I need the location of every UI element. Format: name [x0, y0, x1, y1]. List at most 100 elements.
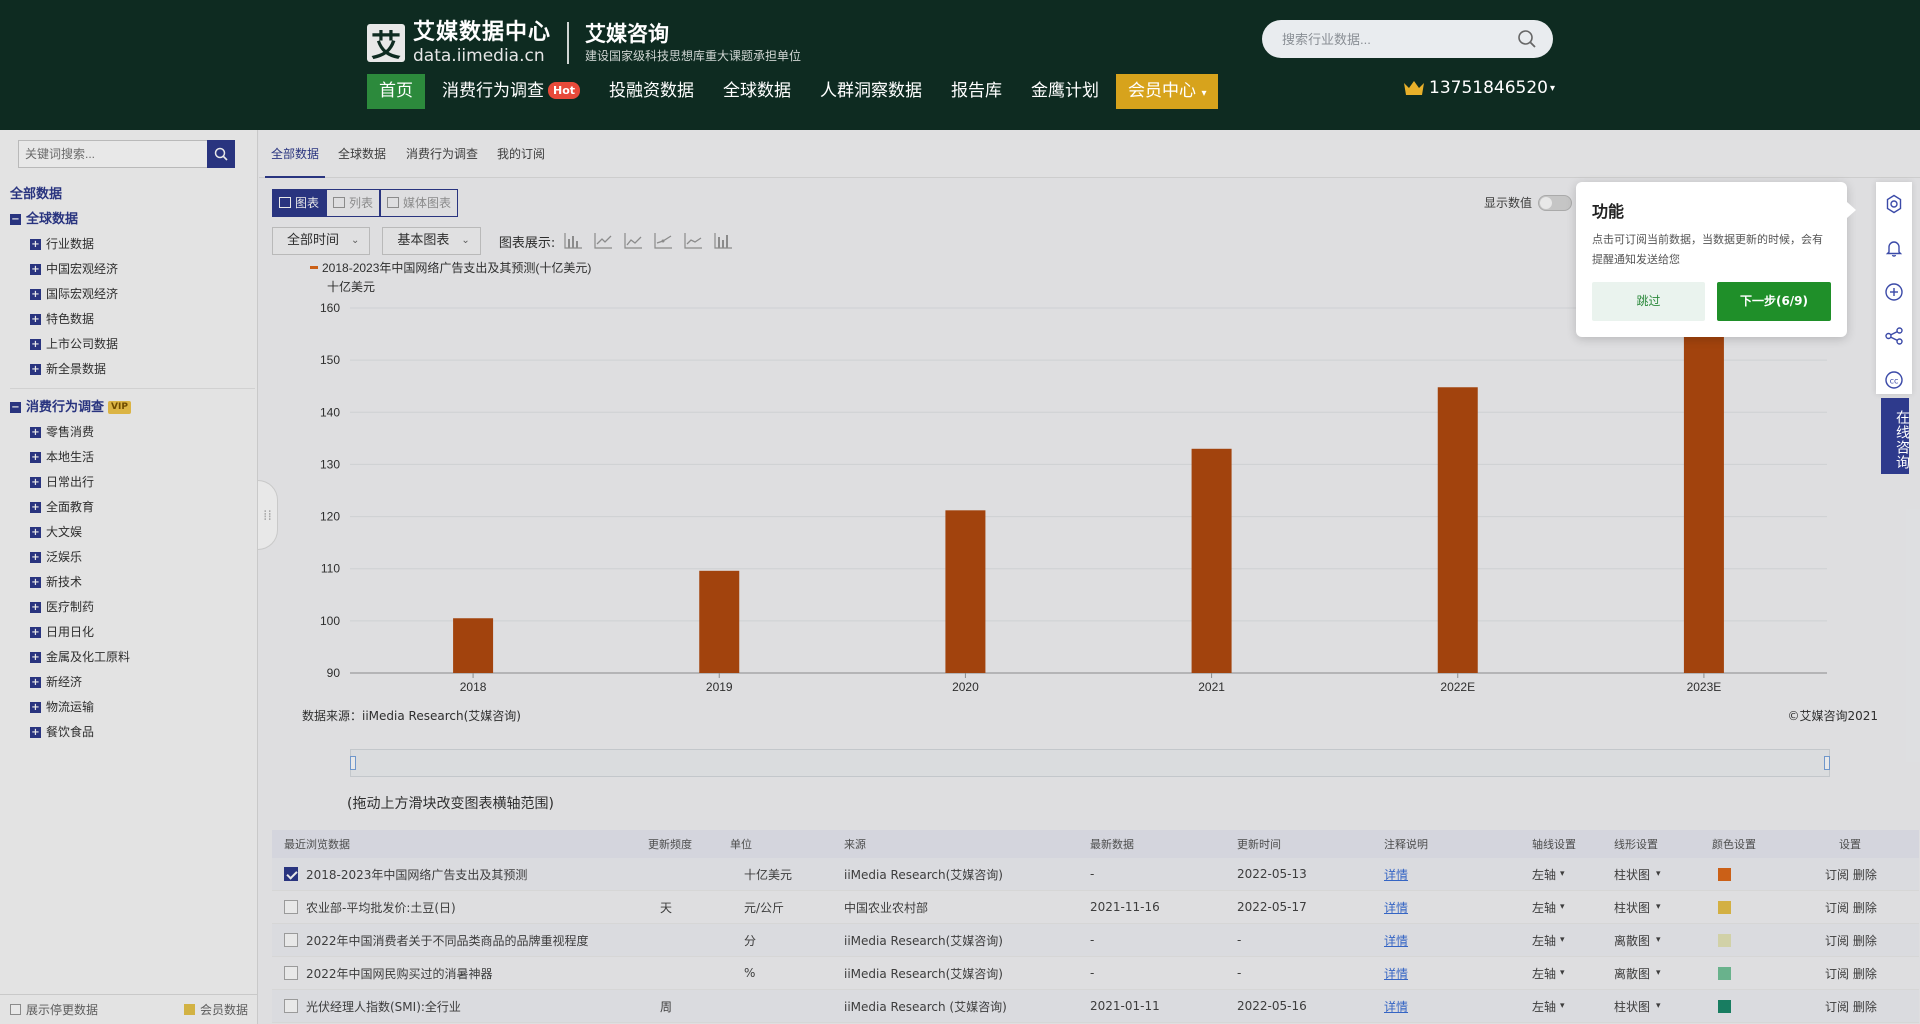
tree-item[interactable]: + 大文娱	[10, 520, 255, 545]
header-search-input[interactable]	[1282, 31, 1517, 47]
nav-golden-eagle[interactable]: 金鹰计划	[1019, 74, 1111, 109]
cell-ops[interactable]: 订阅 删除	[1825, 899, 1877, 916]
tree-item[interactable]: + 上市公司数据	[10, 332, 255, 357]
step-chart-icon[interactable]	[683, 232, 703, 250]
nav-member-center[interactable]: 会员中心 ▾	[1116, 74, 1219, 109]
table-row[interactable]: 光伏经理人指数(SMI):全行业 周 iiMedia Research (艾媒咨询)…	[272, 990, 1919, 1023]
add-tool[interactable]	[1876, 270, 1912, 314]
row-checkbox[interactable]	[284, 900, 298, 914]
color-swatch[interactable]	[1718, 867, 1731, 881]
tree-item[interactable]: + 餐饮食品	[10, 720, 255, 745]
toggle-switch[interactable]	[1538, 194, 1573, 211]
table-row[interactable]: 农业部-平均批发价:土豆(日) 天 元/公斤 中国农业农村部 2021-11-16 202…	[272, 891, 1919, 924]
cell-note[interactable]: 详情	[1384, 932, 1408, 949]
tree-item[interactable]: + 新技术	[10, 570, 255, 595]
tab-global-data[interactable]: 全球数据	[338, 144, 386, 164]
online-consult-button[interactable]: 在线咨询	[1881, 398, 1910, 474]
row-checkbox[interactable]	[284, 933, 298, 947]
tour-skip-button[interactable]: 跳过	[1592, 282, 1705, 321]
cc-tool[interactable]: cc	[1876, 358, 1912, 402]
view-media-chart-button[interactable]: 媒体图表	[380, 189, 459, 217]
view-chart-button[interactable]: 图表	[272, 189, 327, 217]
cell-line[interactable]: 离散图	[1614, 965, 1650, 982]
cell-axis[interactable]: 左轴	[1532, 932, 1556, 949]
tree-group-consumer[interactable]: − 消费行为调查 VIP	[10, 395, 255, 420]
nav-crowd-insight[interactable]: 人群洞察数据	[808, 74, 934, 109]
color-swatch[interactable]	[1718, 999, 1731, 1013]
cell-note[interactable]: 详情	[1384, 866, 1408, 883]
scatter-chart-icon[interactable]	[653, 232, 673, 250]
cell-axis[interactable]: 左轴	[1532, 998, 1556, 1015]
tree-group-global[interactable]: − 全球数据	[10, 207, 255, 232]
tree-item[interactable]: + 本地生活	[10, 445, 255, 470]
area-chart-icon[interactable]	[623, 232, 643, 250]
tree-root[interactable]: 全部数据	[10, 182, 255, 207]
search-icon[interactable]	[1517, 29, 1537, 49]
cell-ops[interactable]: 订阅 删除	[1825, 965, 1877, 982]
tree-item[interactable]: + 日常出行	[10, 470, 255, 495]
nav-home[interactable]: 首页	[367, 74, 425, 109]
tab-consumer-survey[interactable]: 消费行为调查	[406, 144, 478, 164]
cell-axis[interactable]: 左轴	[1532, 965, 1556, 982]
cell-note[interactable]: 详情	[1384, 965, 1408, 982]
cell-axis[interactable]: 左轴	[1532, 866, 1556, 883]
tree-item[interactable]: + 零售消费	[10, 420, 255, 445]
tab-all-data[interactable]: 全部数据	[265, 144, 326, 178]
chart-kind-select[interactable]: 基本图表 ⌄	[382, 227, 481, 255]
show-discontinued-toggle[interactable]: 展示停更数据	[10, 1001, 98, 1018]
stacked-bar-icon[interactable]	[713, 232, 733, 250]
cell-axis[interactable]: 左轴	[1532, 899, 1556, 916]
tree-item[interactable]: + 全面教育	[10, 495, 255, 520]
table-row[interactable]: 2022年中国网民购买过的消暑神器% iiMedia Research(艾媒咨询)…	[272, 957, 1919, 990]
color-swatch[interactable]	[1718, 933, 1731, 947]
cell-ops[interactable]: 订阅 删除	[1825, 866, 1877, 883]
sidebar-search-button[interactable]	[207, 140, 235, 168]
nav-reports[interactable]: 报告库	[939, 74, 1014, 109]
range-slider[interactable]	[350, 749, 1830, 777]
tree-item[interactable]: + 行业数据	[10, 232, 255, 257]
bar-chart-icon[interactable]	[563, 232, 583, 250]
tree-item[interactable]: + 泛娱乐	[10, 545, 255, 570]
color-swatch[interactable]	[1718, 900, 1731, 914]
tree-item[interactable]: + 金属及化工原料	[10, 645, 255, 670]
cell-ops[interactable]: 订阅 删除	[1825, 998, 1877, 1015]
cell-note[interactable]: 详情	[1384, 998, 1408, 1015]
tree-item[interactable]: + 医疗制药	[10, 595, 255, 620]
line-chart-icon[interactable]	[593, 232, 613, 250]
color-swatch[interactable]	[1718, 966, 1731, 980]
view-list-button[interactable]: 列表	[326, 189, 381, 217]
row-checkbox[interactable]	[284, 966, 298, 980]
cell-line[interactable]: 柱状图	[1614, 866, 1650, 883]
nav-consumer-survey[interactable]: 消费行为调查 Hot	[430, 74, 592, 109]
nav-global-data[interactable]: 全球数据	[711, 74, 803, 109]
row-checkbox[interactable]	[284, 867, 298, 881]
subscribe-tool[interactable]	[1876, 226, 1912, 270]
tree-item[interactable]: + 日用日化	[10, 620, 255, 645]
logo[interactable]: 艾 艾媒数据中心 data.iimedia.cn 艾媒咨询 建设国家级科技思想库…	[367, 20, 801, 66]
cell-note[interactable]: 详情	[1384, 899, 1408, 916]
time-range-select[interactable]: 全部时间 ⌄	[272, 227, 371, 255]
user-menu[interactable]: 13751846520 ▾	[1403, 78, 1555, 98]
nav-investment[interactable]: 投融资数据	[597, 74, 706, 109]
cell-line[interactable]: 柱状图	[1614, 998, 1650, 1015]
cell-line[interactable]: 柱状图	[1614, 899, 1650, 916]
tree-item[interactable]: + 特色数据	[10, 307, 255, 332]
tree-item[interactable]: + 中国宏观经济	[10, 257, 255, 282]
settings-tool[interactable]	[1876, 182, 1912, 226]
table-row[interactable]: 2018-2023年中国网络广告支出及其预测 十亿美元 iiMedia Resear…	[272, 858, 1919, 891]
tab-my-subscriptions[interactable]: 我的订阅	[497, 144, 545, 164]
show-values-toggle[interactable]: 显示数值	[1484, 194, 1573, 211]
cell-ops[interactable]: 订阅 删除	[1825, 932, 1877, 949]
table-row[interactable]: 2022年中国消费者关于不同品类商品的品牌重视程度 分 iiMedia Resear…	[272, 924, 1919, 957]
tree-item[interactable]: + 新全景数据	[10, 357, 255, 382]
tour-next-button[interactable]: 下一步(6/9)	[1717, 282, 1831, 321]
share-tool[interactable]	[1876, 314, 1912, 358]
tree-item[interactable]: + 物流运输	[10, 695, 255, 720]
slider-handle-left[interactable]	[350, 756, 356, 770]
sidebar-search-input[interactable]	[18, 140, 207, 168]
tree-item[interactable]: + 国际宏观经济	[10, 282, 255, 307]
cell-line[interactable]: 离散图	[1614, 932, 1650, 949]
row-checkbox[interactable]	[284, 999, 298, 1013]
slider-handle-right[interactable]	[1824, 756, 1830, 770]
tree-item[interactable]: + 新经济	[10, 670, 255, 695]
